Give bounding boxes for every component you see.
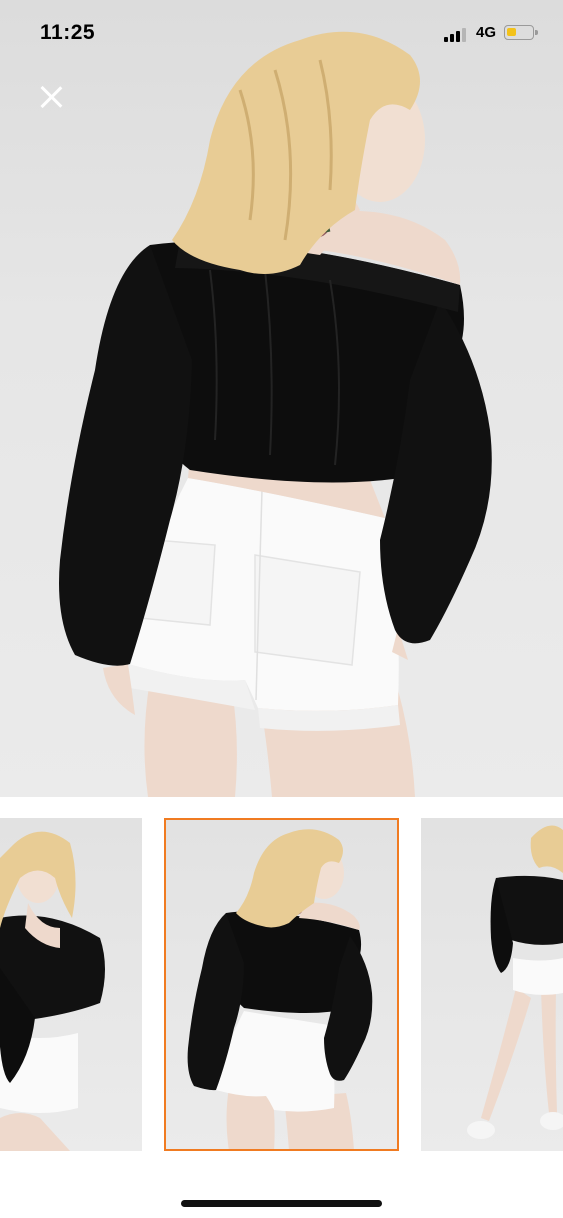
thumbnail-full-body-view[interactable] <box>421 818 563 1151</box>
battery-icon <box>504 25 538 40</box>
product-photo-back-view <box>59 31 492 797</box>
close-icon[interactable] <box>34 80 68 114</box>
cellular-signal-icon <box>444 26 470 42</box>
thumbnail-back-photo <box>187 829 373 1151</box>
network-type: 4G <box>476 24 497 41</box>
home-indicator <box>181 1200 382 1207</box>
thumbnail-full-body-photo <box>467 825 563 1139</box>
main-product-image[interactable] <box>0 0 563 797</box>
thumbnail-back-view[interactable] <box>164 818 399 1151</box>
status-bar: 11:25 4G <box>0 0 563 66</box>
status-time: 11:25 <box>40 21 96 44</box>
thumbnail-front-view[interactable] <box>0 818 142 1151</box>
thumbnail-front-photo <box>0 831 105 1151</box>
